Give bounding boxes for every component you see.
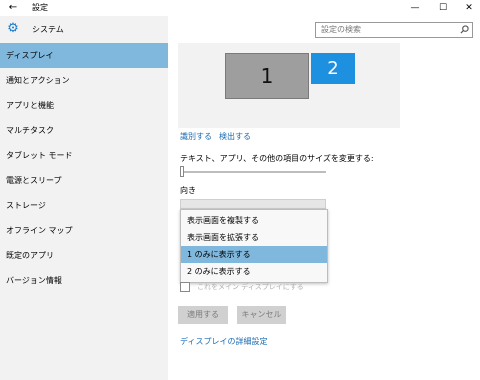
scale-slider[interactable] xyxy=(180,171,326,173)
orientation-select[interactable] xyxy=(180,199,326,209)
sidebar-item-default-apps[interactable]: 既定のアプリ xyxy=(0,243,168,268)
section-title: システム xyxy=(32,25,64,34)
sidebar-item-offline-maps[interactable]: オフライン マップ xyxy=(0,218,168,243)
multi-display-dropdown[interactable]: 表示画面を複製する 表示画面を拡張する 1 のみに表示する 2 のみに表示する xyxy=(180,209,328,283)
option-duplicate[interactable]: 表示画面を複製する xyxy=(181,212,327,229)
scale-slider-thumb[interactable] xyxy=(180,166,184,177)
monitor-2-tile[interactable]: 2 xyxy=(311,53,355,84)
search-icon[interactable] xyxy=(459,25,469,35)
option-extend[interactable]: 表示画面を拡張する xyxy=(181,229,327,246)
sidebar-item-power-sleep[interactable]: 電源とスリープ xyxy=(0,168,168,193)
identify-link[interactable]: 識別する xyxy=(180,132,212,142)
title-bar: ← 設定 — ☐ ✕ xyxy=(0,0,480,16)
sidebar-item-tablet-mode[interactable]: タブレット モード xyxy=(0,143,168,168)
cancel-button[interactable]: キャンセル xyxy=(237,306,286,324)
sidebar-item-storage[interactable]: ストレージ xyxy=(0,193,168,218)
maximize-button[interactable]: ☐ xyxy=(430,0,456,16)
search-placeholder: 設定の検索 xyxy=(321,25,361,34)
advanced-display-settings-link[interactable]: ディスプレイの詳細設定 xyxy=(180,337,267,347)
sidebar-header: ⚙ システム xyxy=(0,16,168,44)
minimize-button[interactable]: — xyxy=(402,0,428,16)
close-button[interactable]: ✕ xyxy=(456,0,480,16)
option-only-2[interactable]: 2 のみに表示する xyxy=(181,263,327,280)
back-arrow-icon[interactable]: ← xyxy=(6,1,20,15)
scale-label: テキスト、アプリ、その他の項目のサイズを変更する: xyxy=(180,154,374,163)
sidebar-item-apps[interactable]: アプリと機能 xyxy=(0,93,168,118)
sidebar-item-display[interactable]: ディスプレイ xyxy=(0,43,168,68)
sidebar-item-notifications[interactable]: 通知とアクション xyxy=(0,68,168,93)
main-display-checkbox-label: これをメイン ディスプレイにする xyxy=(197,283,304,291)
search-input[interactable]: 設定の検索 xyxy=(315,22,473,38)
apply-button[interactable]: 適用する xyxy=(178,306,228,324)
gear-icon: ⚙ xyxy=(7,21,19,36)
option-only-1[interactable]: 1 のみに表示する xyxy=(181,246,327,263)
detect-link[interactable]: 検出する xyxy=(219,132,251,142)
orientation-label: 向き xyxy=(180,186,196,195)
monitor-1-tile[interactable]: 1 xyxy=(225,53,309,99)
sidebar-item-about[interactable]: バージョン情報 xyxy=(0,268,168,293)
sidebar-item-multitasking[interactable]: マルチタスク xyxy=(0,118,168,143)
sidebar: ⚙ システム ディスプレイ 通知とアクション アプリと機能 マルチタスク タブレ… xyxy=(0,16,168,380)
main-display-checkbox[interactable] xyxy=(180,282,190,292)
window-title: 設定 xyxy=(32,3,48,12)
